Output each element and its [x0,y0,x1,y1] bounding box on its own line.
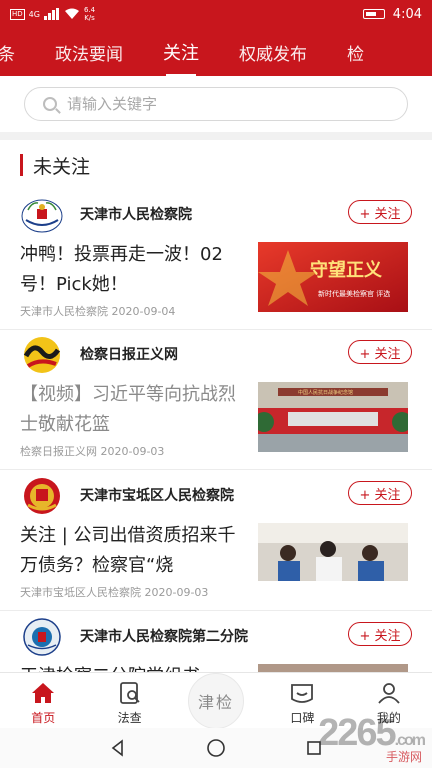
thumbnail-image: 守望正义 新时代最美检察官 评选 [258,242,408,312]
section-title: 未关注 [33,155,91,178]
clock: 4:04 [392,6,422,22]
article-meta: 天津市人民检察院 2020-09-04 [20,303,175,319]
network-label: 4G [28,9,40,19]
org-name[interactable]: 天津市人民检察院第二分院 [80,626,248,646]
nav-home[interactable]: 首页 [0,673,86,728]
nav-center[interactable]: 津检 [173,673,259,729]
card-divider [0,469,432,470]
nav-reputation-label: 口碑 [290,711,315,725]
follow-button[interactable]: + 关注 [348,340,412,364]
jcrb-emblem-icon [23,337,61,373]
section-header: 未关注 [0,150,432,180]
org-name[interactable]: 天津市人民检察院 [80,204,192,224]
law-search-icon [119,682,140,704]
article-thumbnail[interactable] [258,523,408,593]
follow-button[interactable]: + 关注 [348,200,412,224]
search-box[interactable] [24,87,408,121]
battery-icon [362,9,385,19]
tab-follow[interactable]: 关注 [163,39,199,65]
article-source: 检察日报正义网 [20,445,97,458]
jcrb-logo [20,336,64,374]
card-divider [0,610,432,611]
procuratorate-emblem-icon [24,478,60,514]
category-tabs: 条 政法要闻 关注 权威发布 检 [0,28,432,76]
news-card[interactable]: 天津市人民检察院 + 关注 冲鸭！投票再走一波！02号！Pick她！ 天津市人民… [0,190,432,330]
signal-icon [43,8,59,20]
profile-icon [378,683,400,704]
back-icon[interactable] [109,739,127,757]
org-name[interactable]: 天津市宝坻区人民检察院 [80,485,234,505]
tab-authority-release[interactable]: 权威发布 [239,40,307,65]
tab-partial-left[interactable]: 条 [0,40,15,65]
watermark-subtitle: 手游网 [385,750,422,764]
headline[interactable]: 关注 | 公司出借资质招来千万债务？检察官“烧 [20,521,240,581]
news-card[interactable]: 检察日报正义网 + 关注 【视频】习近平等向抗战烈士敬献花篮 检察日报正义网 2… [0,330,432,470]
center-logo[interactable]: 津检 [188,673,245,729]
home-circle-icon[interactable] [206,738,226,758]
search-area [0,76,432,132]
watermark-text: 2265 [318,712,397,754]
follow-button[interactable]: + 关注 [348,481,412,505]
article-date: 2020-09-04 [111,305,176,318]
headline[interactable]: 冲鸭！投票再走一波！02号！Pick她！ [20,240,240,300]
status-left: HD 4G 6.4 K/s [10,6,95,22]
article-meta: 天津市宝坻区人民检察院 2020-09-03 [20,584,208,600]
procuratorate-logo [20,477,64,515]
article-source: 天津市人民检察院 [20,305,108,318]
reputation-icon [291,684,314,703]
procuratorate-logo [20,618,64,656]
thumbnail-image [258,523,408,593]
status-right: 4:04 [362,6,422,22]
search-icon [43,97,57,111]
org-name[interactable]: 检察日报正义网 [80,344,178,364]
net-speed-unit: K/s [84,14,95,22]
wifi-icon [64,8,79,19]
nav-law-search-label: 法查 [117,711,142,725]
status-bar: HD 4G 6.4 K/s 4:04 [0,0,432,28]
article-meta: 检察日报正义网 2020-09-03 [20,443,164,459]
search-input[interactable] [67,95,367,113]
procuratorate-emblem-icon [21,199,63,233]
tab-politics-news[interactable]: 政法要闻 [55,40,123,65]
article-thumbnail[interactable]: 守望正义 新时代最美检察官 评选 [258,242,408,312]
article-source: 天津市宝坻区人民检察院 [20,586,141,599]
nav-home-label: 首页 [31,711,56,725]
watermark-domain: .com [394,732,426,749]
procuratorate-logo [20,196,64,234]
follow-button[interactable]: + 关注 [348,622,412,646]
net-speed-value: 6.4 [83,6,96,14]
net-speed: 6.4 K/s [84,6,95,22]
section-accent-bar [20,154,23,176]
article-thumbnail[interactable]: 中国人民抗日战争纪念馆 [258,382,408,452]
home-icon [32,683,55,703]
thumbnail-subtitle: 新时代最美检察官 评选 [318,289,390,298]
article-date: 2020-09-03 [100,445,165,458]
thumbnail-title: 中国人民抗日战争纪念馆 [298,389,353,396]
section-separator [0,132,432,140]
thumbnail-title: 守望正义 [310,259,382,281]
headline[interactable]: 【视频】习近平等向抗战烈士敬献花篮 [20,380,240,440]
procuratorate-emblem-icon [23,618,61,656]
hd-icon: HD [10,8,25,20]
tab-partial-right[interactable]: 检 [347,40,364,65]
thumbnail-image: 中国人民抗日战争纪念馆 [258,382,408,452]
news-card[interactable]: 天津市宝坻区人民检察院 + 关注 关注 | 公司出借资质招来千万债务？检察官“烧… [0,471,432,611]
nav-law-search[interactable]: 法查 [86,673,172,728]
article-date: 2020-09-03 [144,586,209,599]
